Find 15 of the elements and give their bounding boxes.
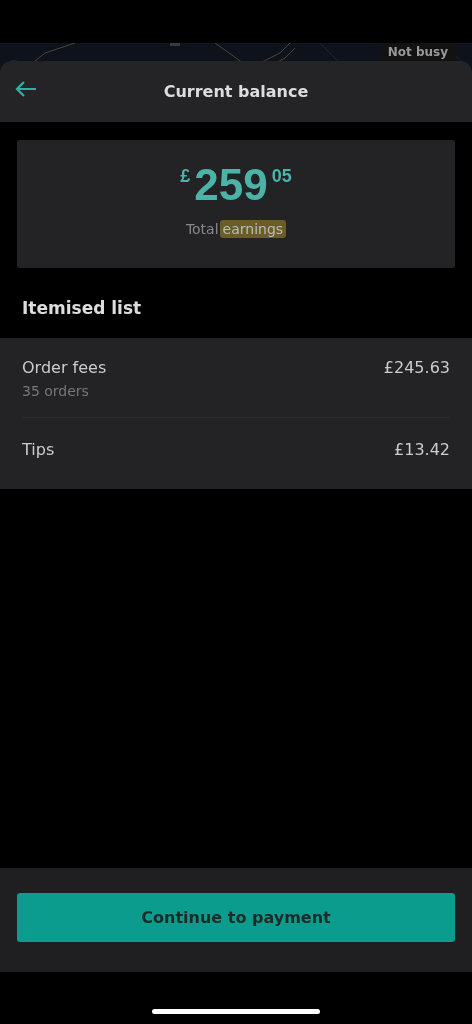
currency-symbol: £ bbox=[180, 166, 191, 187]
item-amount: £13.42 bbox=[394, 440, 450, 459]
balance-pence: 05 bbox=[271, 166, 292, 187]
balance-caption: Total bbox=[185, 221, 219, 237]
screen-title: Current balance bbox=[163, 82, 309, 101]
highlighted-caption: earnings bbox=[219, 220, 287, 238]
item-detail: 35 orders bbox=[22, 383, 90, 399]
section-title: Itemised list bbox=[22, 298, 143, 320]
back-arrow-icon[interactable] bbox=[15, 81, 37, 97]
continue-button[interactable]: Continue to payment bbox=[17, 892, 455, 942]
balance-amount: 259 bbox=[194, 162, 268, 208]
item-label: Order fees bbox=[22, 358, 107, 377]
status-badge: Not busy bbox=[379, 43, 456, 61]
item-label: Tips bbox=[22, 440, 55, 459]
item-amount: £245.63 bbox=[383, 358, 450, 379]
